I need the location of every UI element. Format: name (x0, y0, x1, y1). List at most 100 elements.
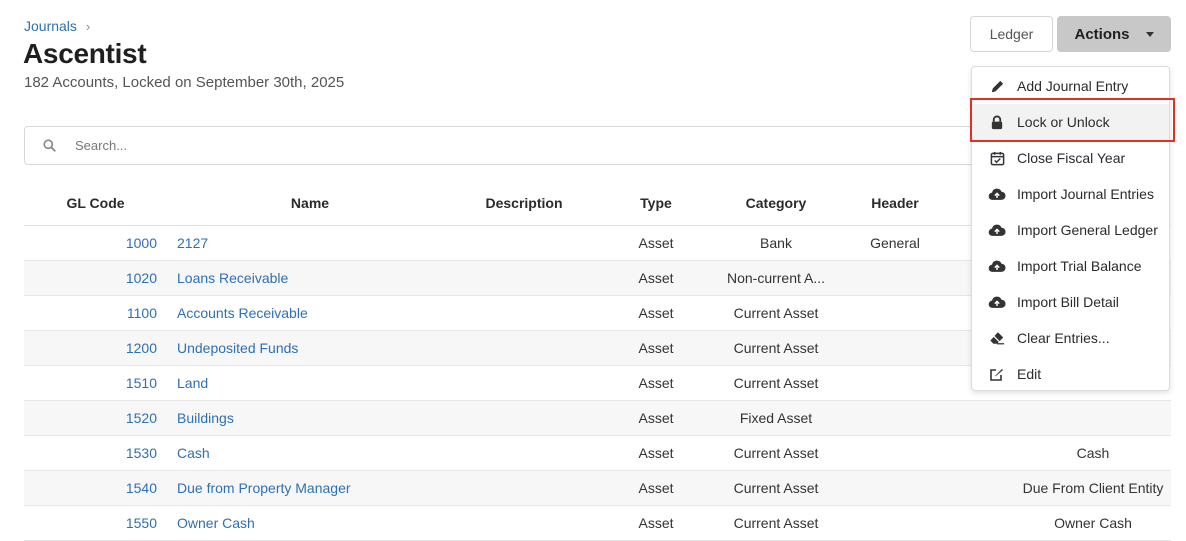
gl-code-cell: 1540 (24, 470, 167, 506)
search-input[interactable] (75, 138, 875, 153)
menu-item-lock-or-unlock[interactable]: Lock or Unlock (972, 104, 1169, 140)
actions-dropdown-menu: Add Journal Entry Lock or Unlock Close Fis… (971, 66, 1170, 391)
description-cell (453, 225, 595, 261)
category-cell: Non-current A... (726, 269, 826, 286)
type-cell: Asset (638, 514, 674, 531)
header-cell (835, 365, 955, 401)
category-cell: Current Asset (733, 339, 819, 356)
breadcrumb-separator-icon: › (85, 18, 91, 34)
menu-item-label: Lock or Unlock (1017, 114, 1110, 130)
page-title: Ascentist (23, 38, 147, 69)
type-cell: Asset (638, 234, 674, 251)
type-cell: Asset (595, 400, 717, 436)
account-name-link[interactable]: Accounts Receivable (177, 305, 308, 321)
description-cell (453, 470, 595, 506)
type-cell: Asset (638, 479, 674, 496)
gl-code-link[interactable]: 1200 (126, 340, 157, 356)
type-cell: Asset (638, 304, 674, 321)
menu-item-label: Import General Ledger (1017, 222, 1158, 238)
breadcrumb-journals-link[interactable]: Journals (24, 18, 77, 34)
extra-cell: Cash (955, 435, 1171, 471)
account-name-link[interactable]: Loans Receivable (177, 270, 288, 286)
account-name-cell: Land (167, 365, 453, 401)
column-header-description[interactable]: Description (453, 182, 595, 226)
description-cell (453, 435, 595, 471)
menu-item-add-journal-entry[interactable]: Add Journal Entry (972, 68, 1169, 104)
actions-button-label: Actions (1074, 25, 1130, 43)
category-cell: Current Asset (733, 304, 819, 321)
menu-item-import-journal-entries[interactable]: Import Journal Entries (972, 176, 1169, 212)
account-name-link[interactable]: Buildings (177, 410, 234, 426)
cloud-upload-icon (988, 185, 1006, 203)
gl-code-link[interactable]: 1520 (126, 410, 157, 426)
gl-code-link[interactable]: 1550 (126, 515, 157, 531)
category-cell: Current Asset (717, 330, 835, 366)
menu-item-edit[interactable]: Edit (972, 356, 1169, 392)
column-header-name[interactable]: Name (167, 182, 453, 226)
type-cell: Asset (638, 409, 674, 426)
type-cell: Asset (595, 505, 717, 541)
account-name-link[interactable]: Cash (177, 445, 210, 461)
account-name-link[interactable]: Land (177, 375, 208, 391)
account-name-cell: Owner Cash (167, 505, 453, 541)
category-cell: Current Asset (733, 514, 819, 531)
table-row[interactable]: 1520 Buildings Asset Fixed Asset (24, 400, 1171, 436)
extra-cell: Due From Client Entity (1022, 479, 1164, 496)
header-cell (835, 470, 955, 506)
menu-item-clear-entries[interactable]: Clear Entries... (972, 320, 1169, 356)
menu-item-import-trial-balance[interactable]: Import Trial Balance (972, 248, 1169, 284)
account-name-link[interactable]: Due from Property Manager (177, 480, 351, 496)
ledger-button[interactable]: Ledger (970, 16, 1053, 52)
description-cell (453, 505, 595, 541)
description-cell (453, 400, 595, 436)
extra-cell: Cash (1076, 444, 1110, 461)
description-cell (453, 330, 595, 366)
menu-item-close-fiscal-year[interactable]: Close Fiscal Year (972, 140, 1169, 176)
extra-cell: Due From Client Entity (955, 470, 1171, 506)
edit-icon (988, 365, 1006, 383)
type-cell: Asset (595, 470, 717, 506)
menu-item-import-bill-detail[interactable]: Import Bill Detail (972, 284, 1169, 320)
category-cell: Current Asset (717, 505, 835, 541)
type-cell: Asset (595, 295, 717, 331)
gl-code-cell: 1550 (24, 505, 167, 541)
gl-code-cell: 1520 (24, 400, 167, 436)
type-cell: Asset (595, 435, 717, 471)
category-cell: Fixed Asset (739, 409, 813, 426)
gl-code-link[interactable]: 1510 (126, 375, 157, 391)
type-cell: Asset (638, 374, 674, 391)
menu-item-label: Close Fiscal Year (1017, 150, 1126, 166)
gl-code-link[interactable]: 1000 (126, 235, 157, 251)
description-cell (453, 260, 595, 296)
gl-code-link[interactable]: 1020 (126, 270, 157, 286)
column-header-gl-code[interactable]: GL Code (24, 182, 167, 226)
menu-item-label: Edit (1017, 366, 1042, 382)
column-header-type[interactable]: Type (595, 182, 717, 226)
account-name-cell: Accounts Receivable (167, 295, 453, 331)
type-cell: Asset (595, 225, 717, 261)
table-row[interactable]: 1550 Owner Cash Asset Current Asset Owner Ca… (24, 505, 1171, 541)
category-cell: Bank (717, 225, 835, 261)
column-header-category[interactable]: Category (717, 182, 835, 226)
gl-code-cell: 1530 (24, 435, 167, 471)
table-row[interactable]: 1530 Cash Asset Current Asset Cash (24, 435, 1171, 471)
gl-code-cell: 1510 (24, 365, 167, 401)
account-name-link[interactable]: 2127 (177, 235, 208, 251)
column-header-header[interactable]: Header (835, 182, 955, 226)
gl-code-link[interactable]: 1530 (126, 445, 157, 461)
gl-code-cell: 1020 (24, 260, 167, 296)
account-name-link[interactable]: Owner Cash (177, 515, 255, 531)
type-cell: Asset (638, 444, 674, 461)
account-name-link[interactable]: Undeposited Funds (177, 340, 298, 356)
description-cell (453, 365, 595, 401)
gl-code-link[interactable]: 1100 (127, 305, 157, 321)
category-cell: Current Asset (717, 470, 835, 506)
menu-item-import-general-ledger[interactable]: Import General Ledger (972, 212, 1169, 248)
menu-item-label: Clear Entries... (1017, 330, 1110, 346)
gl-code-link[interactable]: 1540 (126, 480, 157, 496)
category-cell: Current Asset (733, 479, 819, 496)
actions-button[interactable]: Actions (1057, 16, 1171, 52)
table-row[interactable]: 1540 Due from Property Manager Asset Curren… (24, 470, 1171, 506)
category-cell: Fixed Asset (717, 400, 835, 436)
category-cell: Non-current A... (717, 260, 835, 296)
